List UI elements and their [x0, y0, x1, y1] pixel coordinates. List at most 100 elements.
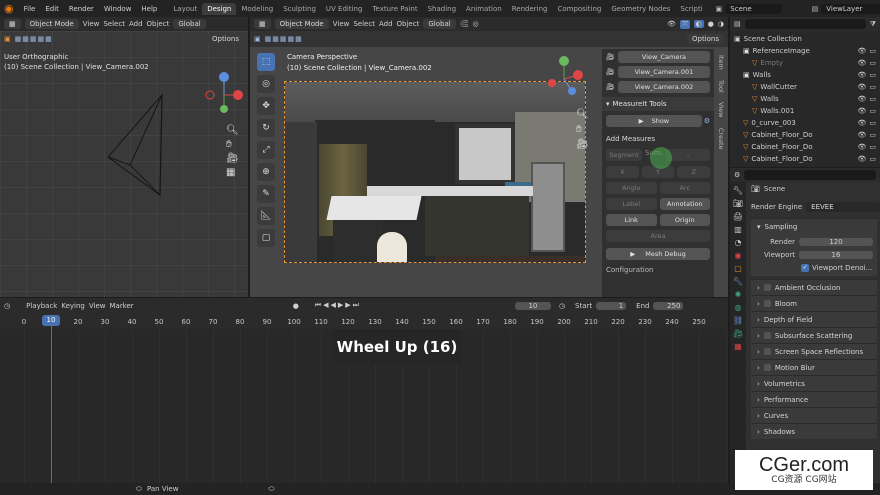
- camera-menu-object[interactable]: Object: [397, 20, 420, 28]
- preview-range-icon[interactable]: ◷: [559, 302, 565, 310]
- viewport-samples-field[interactable]: 16: [799, 251, 873, 259]
- render-toggle-icon[interactable]: ▭: [869, 95, 876, 103]
- axis-z-button[interactable]: Z: [677, 166, 711, 178]
- properties-type-icon[interactable]: ⚙: [734, 171, 740, 179]
- render-toggle-icon[interactable]: ▭: [869, 47, 876, 55]
- left-navigation-gizmo[interactable]: [204, 69, 248, 123]
- modifier-tab-icon[interactable]: 🔧︎: [733, 277, 743, 286]
- axis-x-button[interactable]: X: [606, 166, 639, 178]
- camera-editor-type-button[interactable]: ▦: [254, 19, 271, 29]
- outliner-item[interactable]: ▽ Empty 👁︎ ▭: [734, 57, 876, 69]
- workspace-tab-animation[interactable]: Animation: [461, 3, 507, 15]
- camera-menu-add[interactable]: Add: [379, 20, 393, 28]
- workspace-tab-compositing[interactable]: Compositing: [552, 3, 606, 15]
- outliner-item[interactable]: ▽ Cabinet_Floor_Do 👁︎ ▭: [734, 153, 876, 165]
- timeline-menu-playback[interactable]: Playback: [26, 302, 57, 310]
- camera-frame[interactable]: [284, 81, 586, 263]
- configuration-header[interactable]: Configuration: [606, 266, 710, 274]
- workspace-tab-shading[interactable]: Shading: [423, 3, 461, 15]
- physics-tab-icon[interactable]: ◍: [735, 303, 742, 312]
- record-icon[interactable]: ●: [293, 302, 299, 310]
- view-layer-tab-icon[interactable]: ▥: [734, 225, 742, 234]
- left-options-dropdown[interactable]: Options: [206, 34, 244, 44]
- left-menu-object[interactable]: Object: [147, 20, 170, 28]
- left-mode-dropdown[interactable]: Object Mode: [24, 19, 79, 29]
- camera-select-box-icon[interactable]: ▣: [254, 35, 261, 43]
- scale-tool-icon[interactable]: ⤢: [257, 141, 275, 159]
- filter-icon[interactable]: ⧩: [870, 20, 876, 29]
- data-tab-icon[interactable]: 🎥︎: [733, 329, 743, 338]
- mesh-debug-button[interactable]: ▶ Mesh Debug: [606, 248, 710, 260]
- visibility-eye-icon[interactable]: 👁︎: [857, 71, 866, 79]
- npanel-tab-item[interactable]: Item: [717, 51, 725, 74]
- camera-list-item[interactable]: 🎥︎ View_Camera.002: [606, 81, 710, 93]
- visibility-eye-icon[interactable]: 👁︎: [857, 59, 866, 67]
- view-layer-icon[interactable]: ▤: [812, 5, 819, 13]
- annotate-tool-icon[interactable]: ✎: [257, 185, 275, 203]
- snap-icon[interactable]: 🧲︎: [460, 20, 469, 28]
- camera-toggle-icon[interactable]: 🎥︎: [576, 139, 589, 150]
- timeline-menu-keying[interactable]: Keying: [61, 302, 85, 310]
- visibility-eye-icon[interactable]: 👁︎: [857, 131, 866, 139]
- panel-enable-checkbox[interactable]: [763, 348, 771, 355]
- render-toggle-icon[interactable]: ▭: [869, 71, 876, 79]
- visibility-eye-icon[interactable]: 👁︎: [857, 47, 866, 55]
- workspace-tab-design[interactable]: Design: [202, 2, 237, 15]
- camera-viewport[interactable]: ▦ Object Mode View Select Add Object Glo…: [250, 17, 728, 297]
- workspace-tab-texture-paint[interactable]: Texture Paint: [367, 3, 422, 15]
- menu-help[interactable]: Help: [136, 5, 162, 13]
- cursor-tool-icon[interactable]: ◎: [257, 75, 275, 93]
- editor-type-button[interactable]: ▦: [4, 19, 21, 29]
- panel-enable-checkbox[interactable]: [763, 284, 771, 291]
- properties-panel-performance[interactable]: › Performance: [751, 391, 877, 407]
- render-tab-icon[interactable]: 📷︎: [733, 199, 743, 208]
- timeline-menu-view[interactable]: View: [89, 302, 106, 310]
- timeline-type-icon[interactable]: ◷: [4, 302, 10, 310]
- angle-button[interactable]: Angle: [606, 182, 657, 194]
- camera-pan-hand-icon[interactable]: ✋︎: [576, 124, 589, 135]
- properties-panel-subsurface-scattering[interactable]: › Subsurface Scattering: [751, 327, 877, 343]
- npanel-tab-view[interactable]: View: [717, 98, 725, 122]
- tool-tab-icon[interactable]: 🔧︎: [733, 186, 743, 195]
- transform-tool-icon[interactable]: ⊕: [257, 163, 275, 181]
- end-frame-field[interactable]: 250: [653, 301, 684, 310]
- shading-solid-icon[interactable]: ●: [708, 20, 714, 28]
- outliner-item[interactable]: ▽ Walls.001 👁︎ ▭: [734, 105, 876, 117]
- sum-dropdown[interactable]: -: [666, 149, 710, 161]
- workspace-tab-modeling[interactable]: Modeling: [236, 3, 278, 15]
- visibility-eye-icon[interactable]: 👁︎: [857, 143, 866, 151]
- output-tab-icon[interactable]: 🖨︎: [733, 212, 743, 221]
- playhead-badge[interactable]: 10: [42, 315, 60, 326]
- visibility-eye-icon[interactable]: 👁︎: [857, 83, 866, 91]
- visibility-eye-icon[interactable]: 👁︎: [857, 119, 866, 127]
- outliner-root[interactable]: ▣ Scene Collection: [734, 33, 876, 45]
- properties-panel-ambient-occlusion[interactable]: › Ambient Occlusion: [751, 279, 877, 295]
- measure-tool-icon[interactable]: 📐︎: [257, 207, 275, 225]
- constraints-tab-icon[interactable]: ⛓︎: [733, 316, 743, 325]
- camera-transform-dropdown[interactable]: Global: [423, 19, 456, 29]
- outliner-item[interactable]: ▽ 0_curve_003 👁︎ ▭: [734, 117, 876, 129]
- current-frame-field[interactable]: 10: [514, 301, 551, 310]
- select-box-icon[interactable]: ▣: [4, 35, 11, 43]
- blender-logo-icon[interactable]: ◉: [4, 2, 14, 16]
- render-toggle-icon[interactable]: ▭: [869, 155, 876, 163]
- start-frame-field[interactable]: 1: [596, 301, 627, 310]
- camera-wireframe[interactable]: [100, 91, 170, 201]
- grid-view-icon[interactable]: ▦: [226, 167, 239, 178]
- visibility-eye-icon[interactable]: 👁︎: [857, 155, 866, 163]
- show-button[interactable]: ▶ Show: [606, 115, 702, 127]
- link-button[interactable]: Link: [606, 214, 657, 226]
- render-samples-field[interactable]: 120: [799, 238, 873, 246]
- measureit-settings-icon[interactable]: ⚙: [704, 117, 710, 125]
- texture-tab-icon[interactable]: ▦: [734, 342, 742, 351]
- arc-button[interactable]: Arc: [659, 182, 710, 194]
- workspace-tab-geometry-nodes[interactable]: Geometry Nodes: [606, 3, 675, 15]
- camera-menu-select[interactable]: Select: [353, 20, 375, 28]
- menu-render[interactable]: Render: [64, 5, 99, 13]
- outliner-item[interactable]: ▣ ReferenceImage 👁︎ ▭: [734, 45, 876, 57]
- workspace-tab-rendering[interactable]: Rendering: [507, 3, 553, 15]
- pan-hand-icon[interactable]: ✋︎: [226, 139, 239, 150]
- panel-enable-checkbox[interactable]: [763, 300, 771, 307]
- render-toggle-icon[interactable]: ▭: [869, 107, 876, 115]
- timeline-menu-marker[interactable]: Marker: [109, 302, 133, 310]
